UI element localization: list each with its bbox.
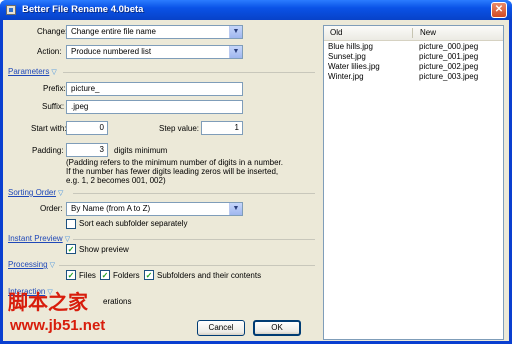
chevron-down-icon[interactable]: ▼ (229, 203, 242, 215)
order-dropdown-value: By Name (from A to Z) (71, 204, 151, 213)
padding-label: Padding: (32, 146, 64, 155)
subfolders-checkbox[interactable]: ✓ (144, 270, 154, 280)
chevron-down-icon[interactable]: ▼ (229, 26, 242, 38)
show-preview-label: Show preview (79, 245, 129, 254)
watermark-url: www.jb51.net (10, 317, 106, 334)
preview-section-title: Instant Preview (8, 234, 63, 243)
action-dropdown-value: Produce numbered list (71, 47, 152, 56)
app-icon (6, 5, 16, 15)
processing-section-toggle[interactable]: Processing ▽ (8, 260, 55, 269)
collapse-chevron-icon: ▽ (58, 190, 64, 197)
action-dropdown[interactable]: Produce numbered list ▼ (66, 45, 243, 59)
old-name-cell: Winter.jpg (328, 72, 364, 81)
window-title: Better File Rename 4.0beta (22, 4, 144, 15)
collapse-chevron-icon: ▽ (51, 69, 57, 76)
change-dropdown[interactable]: Change entire file name ▼ (66, 25, 243, 39)
old-name-cell: Water lilies.jpg (328, 62, 380, 71)
start-with-input[interactable]: 0 (66, 121, 108, 135)
change-dropdown-value: Change entire file name (71, 27, 156, 36)
column-divider[interactable] (412, 28, 413, 38)
sort-subfolder-label: Sort each subfolder separately (79, 219, 188, 228)
order-label: Order: (40, 204, 63, 213)
suffix-input[interactable]: .jpeg (66, 100, 243, 114)
step-value-input[interactable]: 1 (201, 121, 243, 135)
new-name-cell: picture_003.jpeg (419, 72, 479, 81)
collapse-chevron-icon: ▽ (49, 262, 55, 269)
parameters-section-toggle[interactable]: Parameters ▽ (8, 67, 57, 76)
list-item[interactable]: Winter.jpg picture_003.jpeg (324, 72, 503, 82)
new-name-cell: picture_002.jpeg (419, 62, 479, 71)
list-item[interactable]: Blue hills.jpg picture_000.jpeg (324, 42, 503, 52)
sorting-section-toggle[interactable]: Sorting Order ▽ (8, 188, 63, 197)
prefix-label: Prefix: (43, 84, 66, 93)
preview-section-toggle[interactable]: Instant Preview ▽ (8, 234, 70, 243)
subfolders-label: Subfolders and their contents (157, 271, 262, 280)
cancel-button[interactable]: Cancel (197, 320, 245, 336)
section-divider (73, 193, 315, 194)
new-name-cell: picture_001.jpeg (419, 52, 479, 61)
action-label: Action: (37, 47, 62, 56)
list-header: Old New (324, 26, 503, 41)
checkmark-icon: ✓ (101, 271, 109, 280)
padding-unit-label: digits minimum (114, 146, 168, 155)
processing-section-title: Processing (8, 260, 48, 269)
checkmark-icon: ✓ (145, 271, 153, 280)
chevron-down-icon[interactable]: ▼ (229, 46, 242, 58)
order-dropdown[interactable]: By Name (from A to Z) ▼ (66, 202, 243, 216)
watermark-logo: 脚本之家 (8, 290, 88, 314)
step-value-label: Step value: (159, 124, 200, 133)
list-item[interactable]: Water lilies.jpg picture_002.jpeg (324, 62, 503, 72)
sort-subfolder-checkbox[interactable] (66, 219, 76, 229)
folders-checkbox[interactable]: ✓ (100, 270, 110, 280)
section-divider (73, 239, 315, 240)
checkmark-icon: ✓ (67, 245, 75, 254)
column-header-old[interactable]: Old (330, 28, 342, 37)
close-button[interactable]: ✕ (491, 2, 507, 18)
section-divider (63, 72, 315, 73)
list-item[interactable]: Sunset.jpg picture_001.jpeg (324, 52, 503, 62)
column-header-new[interactable]: New (420, 28, 436, 37)
padding-note-line-1: (Padding refers to the minimum number of… (66, 158, 283, 167)
folders-label: Folders (113, 271, 140, 280)
new-name-cell: picture_000.jpeg (419, 42, 479, 51)
parameters-section-title: Parameters (8, 67, 50, 76)
padding-note-line-2: If the number has fewer digits leading z… (66, 167, 279, 176)
checkmark-icon: ✓ (67, 271, 75, 280)
files-label: Files (79, 271, 96, 280)
show-preview-checkbox[interactable]: ✓ (66, 244, 76, 254)
app-window: Better File Rename 4.0beta ✕ Change: Cha… (0, 0, 512, 344)
title-bar[interactable]: Better File Rename 4.0beta ✕ (0, 0, 512, 20)
sorting-section-title: Sorting Order (8, 188, 57, 197)
prefix-input[interactable]: picture_ (66, 82, 243, 96)
start-with-label: Start with: (31, 124, 67, 133)
old-name-cell: Sunset.jpg (328, 52, 366, 61)
collapse-chevron-icon: ▽ (64, 236, 71, 243)
padding-input[interactable]: 3 (66, 143, 108, 157)
suffix-label: Suffix: (42, 102, 65, 111)
section-divider (59, 265, 315, 266)
preview-list[interactable]: Old New Blue hills.jpg picture_000.jpeg … (323, 25, 504, 340)
old-name-cell: Blue hills.jpg (328, 42, 373, 51)
interaction-option-text: erations (103, 297, 132, 306)
change-label: Change: (37, 27, 68, 36)
ok-button[interactable]: OK (253, 320, 301, 336)
padding-note-line-3: e.g. 1, 2 becomes 001, 002) (66, 176, 166, 185)
files-checkbox[interactable]: ✓ (66, 270, 76, 280)
